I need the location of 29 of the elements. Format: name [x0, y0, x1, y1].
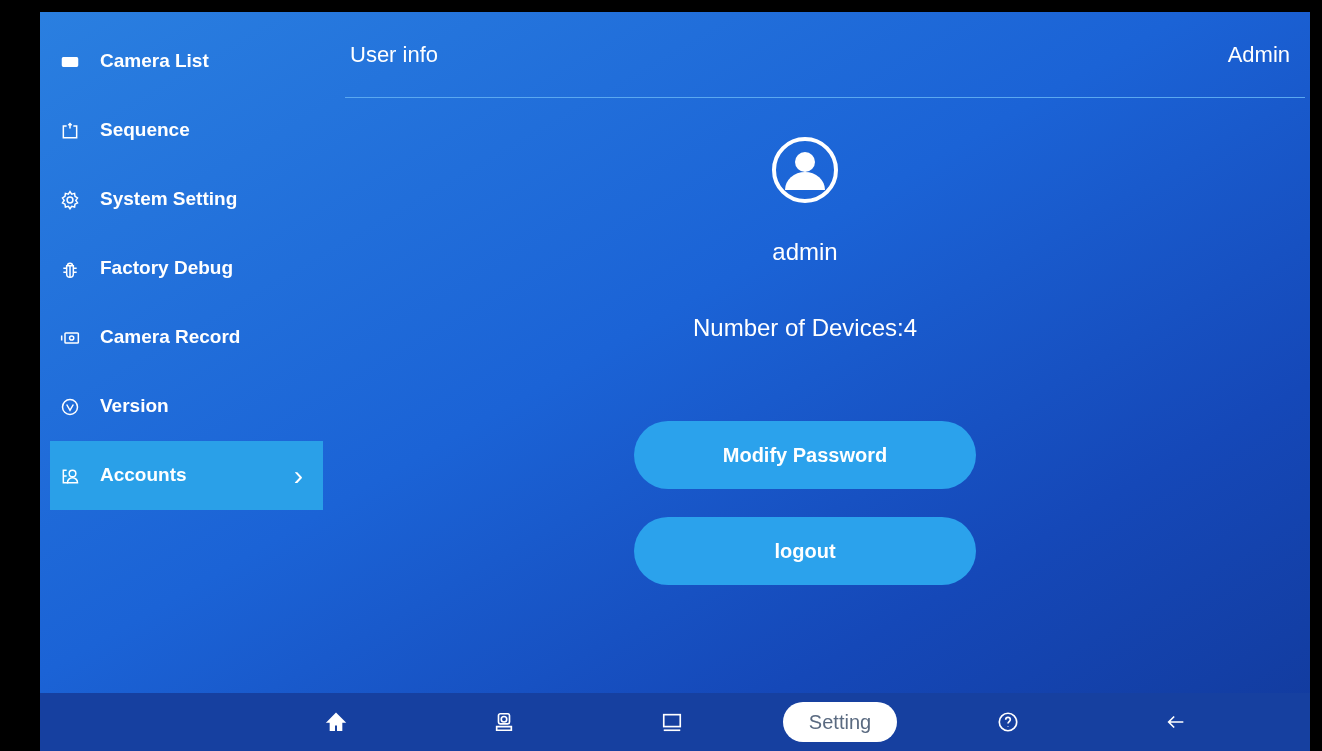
monitor-icon[interactable] [661, 711, 683, 733]
settings-icon [60, 189, 80, 210]
sidebar-item[interactable]: Sequence [50, 96, 323, 165]
sidebar-label: Sequence [100, 118, 191, 143]
user-name: Admin [1227, 41, 1290, 69]
sidebar-item[interactable]: Accounts › [50, 441, 323, 510]
sidebar-label: Camera List [100, 49, 210, 74]
sidebar-label: Accounts [100, 463, 188, 488]
action-button[interactable]: Modify Password [634, 421, 976, 489]
sidebar-item[interactable]: Factory Debug [50, 234, 323, 303]
sidebar-item[interactable]: Camera List [50, 27, 323, 96]
nav-tab[interactable]: Setting [782, 702, 898, 742]
help-icon[interactable] [997, 711, 1019, 733]
avatar-icon [771, 136, 839, 204]
checkmark-circle-icon [60, 396, 80, 417]
device-count: Number of Devices:4 [692, 313, 918, 343]
page-title: User info [350, 41, 439, 69]
sidebar-label: Version [100, 394, 170, 419]
chevron-icon: › [293, 454, 303, 497]
sidebar-item[interactable]: System Setting [50, 165, 323, 234]
sidebar-item[interactable]: Camera Record [50, 303, 323, 372]
home-icon[interactable] [325, 711, 347, 733]
camera-icon[interactable] [493, 711, 515, 733]
sidebar-item[interactable]: Version [50, 372, 323, 441]
account-name: admin [772, 237, 838, 267]
sidebar-label: Factory Debug [100, 256, 235, 281]
sidebar-label: Camera Record [100, 325, 242, 350]
sidebar-label: System Setting [100, 187, 239, 212]
action-button[interactable]: logout [634, 517, 976, 585]
